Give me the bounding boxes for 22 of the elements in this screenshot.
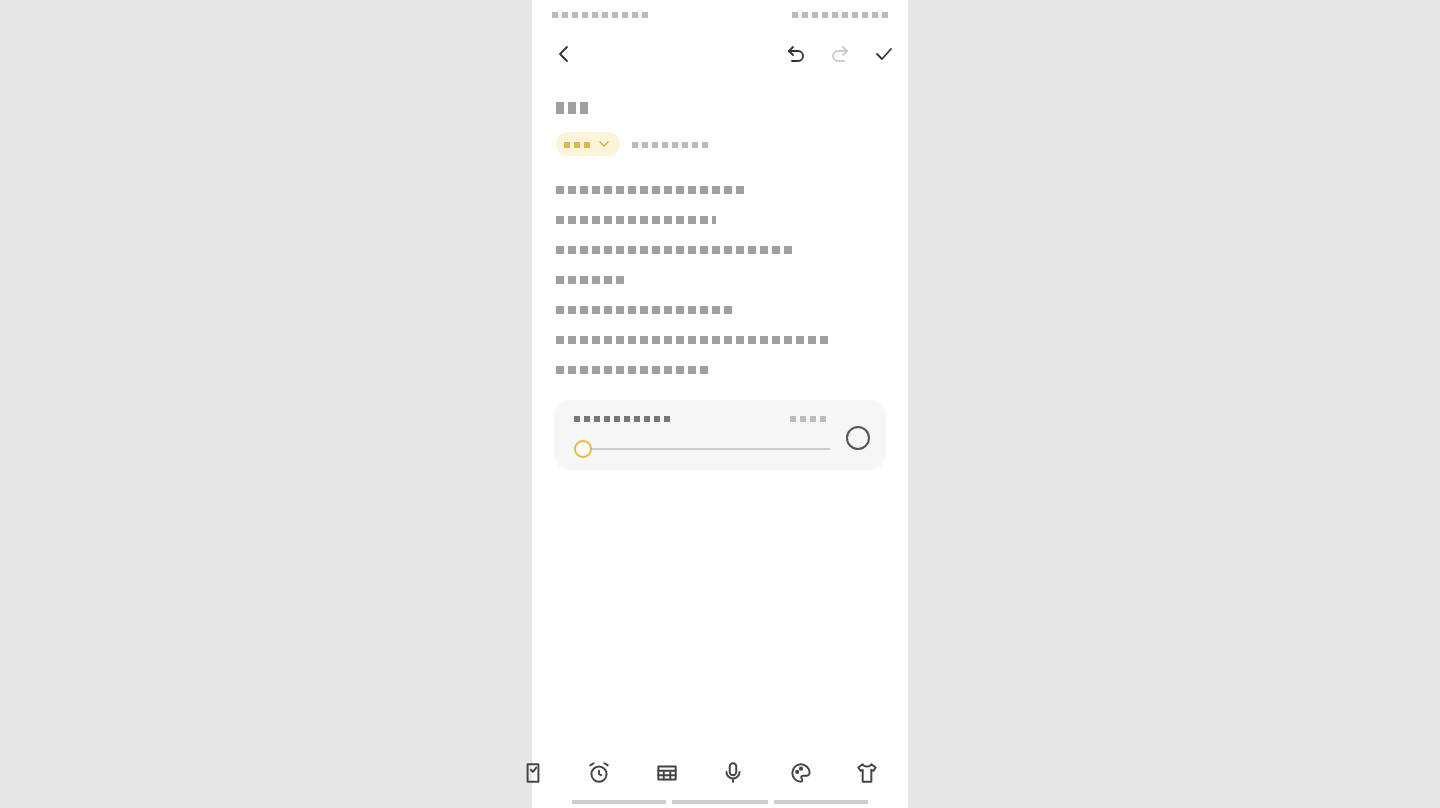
play-button[interactable] bbox=[846, 425, 870, 449]
caret-icon bbox=[596, 136, 612, 152]
blurred-text bbox=[556, 102, 592, 114]
blurred-text bbox=[790, 416, 830, 422]
blurred-text bbox=[792, 11, 888, 17]
blurred-text bbox=[574, 416, 674, 422]
undo-button[interactable] bbox=[784, 42, 808, 66]
alarm-clock-icon-button[interactable] bbox=[586, 759, 613, 785]
palette-icon-button[interactable] bbox=[787, 759, 814, 785]
undo-icon bbox=[784, 42, 808, 66]
alarm-clock-icon bbox=[586, 759, 613, 785]
blurred-text bbox=[632, 141, 708, 147]
confirm-button[interactable] bbox=[872, 42, 896, 66]
blurred-text bbox=[556, 276, 624, 284]
palette-icon bbox=[787, 759, 814, 785]
shirt-icon-button[interactable] bbox=[853, 759, 880, 785]
shirt-icon bbox=[853, 759, 880, 785]
checkmark-icon bbox=[872, 42, 896, 66]
redo-icon bbox=[828, 42, 852, 66]
slider-thumb[interactable] bbox=[574, 439, 592, 457]
blurred-text bbox=[564, 141, 592, 147]
blurred-text bbox=[552, 11, 648, 17]
